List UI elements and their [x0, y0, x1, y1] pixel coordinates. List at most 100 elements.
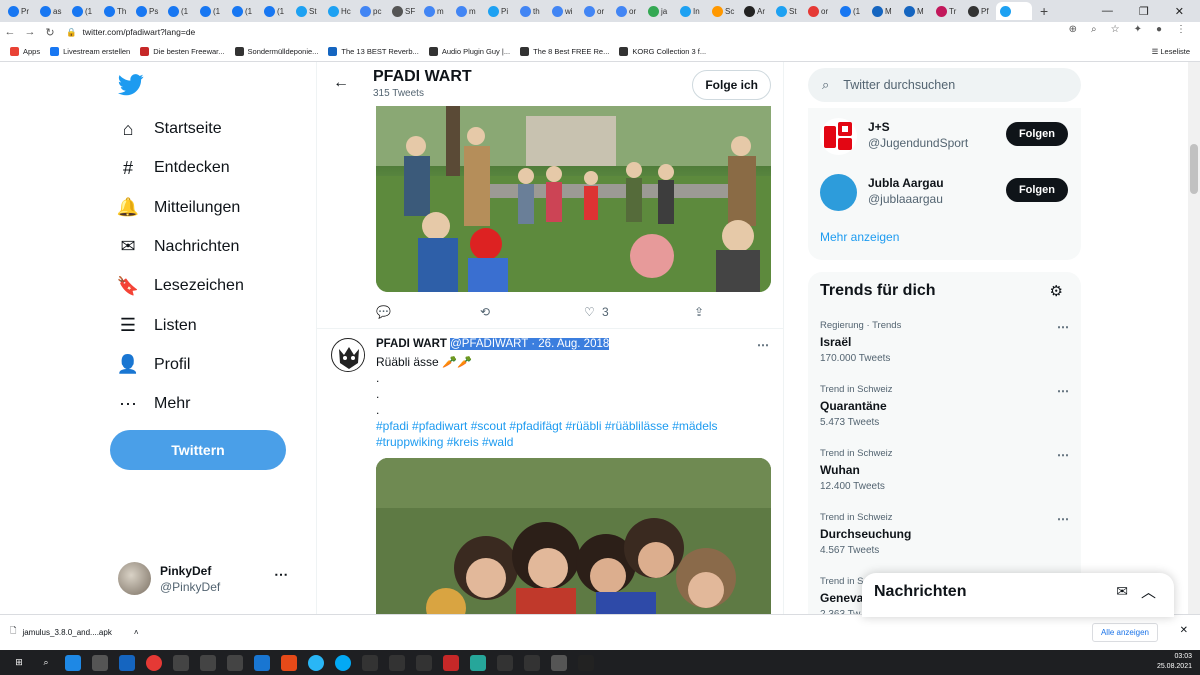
tweet-date[interactable]: 26. Aug. 2018 — [538, 338, 610, 350]
nav-item[interactable]: ✉ Nachrichten — [116, 236, 239, 258]
nav-item[interactable]: ⌂ Startseite — [116, 118, 222, 140]
trend-item[interactable]: Trend in Schweiz Durchseuchung 4.567 Tweet… — [820, 512, 1075, 568]
browser-tab[interactable]: ja — [644, 2, 676, 20]
tweet-hashtags[interactable]: #truppwiking #kreis #wald — [376, 434, 766, 450]
profile-avatar-icon[interactable]: ● — [1156, 24, 1162, 35]
browser-tab[interactable]: th — [516, 2, 548, 20]
messages-drawer[interactable]: Nachrichten ✉ ︿ — [862, 573, 1174, 617]
suggested-account[interactable]: Jubla Aargau @jublaaargau Folgen — [820, 174, 1080, 214]
browser-tab[interactable]: Hc — [324, 2, 356, 20]
browser-tab[interactable]: pc — [356, 2, 388, 20]
bookmark-item[interactable]: Audio Plugin Guy |... — [428, 47, 510, 56]
browser-tab[interactable]: m — [452, 2, 484, 20]
reading-list[interactable]: ☰ Leseliste — [1152, 47, 1190, 56]
bookmark-item[interactable]: Sondermülldeponie... — [234, 47, 318, 56]
system-clock[interactable]: 03:03 25.08.2021 — [1157, 652, 1192, 672]
star-icon[interactable]: ☆ — [1111, 24, 1120, 35]
more-icon[interactable]: ⋯ — [1057, 384, 1069, 398]
browser-tab[interactable]: M — [868, 2, 900, 20]
nav-item[interactable]: 👤 Profil — [116, 354, 191, 376]
bookmark-item[interactable]: Livestream erstellen — [50, 47, 130, 56]
browser-tab[interactable]: (1 — [836, 2, 868, 20]
gear-icon[interactable]: ⚙ — [1050, 282, 1063, 300]
skype-icon[interactable] — [335, 654, 351, 671]
trend-item[interactable]: Trend in Schweiz Wuhan 12.400 Tweets ⋯ — [820, 448, 1075, 504]
browser-tab[interactable]: Ar — [740, 2, 772, 20]
more-icon[interactable]: ⋯ — [274, 566, 288, 583]
forward-arrow-icon[interactable]: → — [20, 26, 40, 38]
app-icon[interactable] — [551, 654, 567, 671]
bookmark-item[interactable]: Apps — [10, 47, 40, 56]
follow-button[interactable]: Folgen — [1005, 122, 1068, 146]
app-icon[interactable] — [227, 654, 243, 671]
app-icon[interactable] — [416, 654, 432, 671]
app-icon[interactable] — [362, 654, 378, 671]
bookmark-item[interactable]: The 8 Best FREE Re... — [520, 47, 609, 56]
close-window-icon[interactable]: ✕ — [1175, 5, 1184, 18]
more-icon[interactable]: ⋯ — [757, 338, 769, 352]
browser-tab[interactable]: (1 — [196, 2, 228, 20]
tweet-photo[interactable] — [376, 106, 771, 292]
mail-icon[interactable] — [119, 654, 135, 671]
browser-tab[interactable]: SF — [388, 2, 420, 20]
app-icon[interactable] — [389, 654, 405, 671]
show-more-link[interactable]: Mehr anzeigen — [820, 230, 899, 244]
share-icon[interactable]: ⇪ — [694, 305, 704, 319]
app-icon[interactable] — [470, 654, 486, 671]
browser-tab[interactable]: (1 — [164, 2, 196, 20]
app-icon[interactable] — [497, 654, 513, 671]
nav-item[interactable]: 🔔 Mitteilungen — [116, 197, 241, 219]
like-icon[interactable]: ♡ — [584, 305, 602, 319]
nav-item[interactable]: ☰ Listen — [116, 315, 197, 337]
app-icon[interactable] — [443, 654, 459, 671]
back-arrow-icon[interactable]: ← — [0, 26, 20, 38]
search-icon[interactable]: ⌕ — [38, 655, 54, 671]
new-message-icon[interactable]: ✉ — [1116, 583, 1128, 600]
browser-tab[interactable]: St — [772, 2, 804, 20]
chevron-up-icon[interactable]: ︿ — [1141, 581, 1156, 602]
bookmark-item[interactable]: Die besten Freewar... — [140, 47, 225, 56]
close-icon[interactable]: ✕ — [1180, 625, 1188, 636]
store-icon[interactable] — [92, 654, 108, 671]
reload-icon[interactable]: ↻ — [40, 26, 60, 39]
browser-tab[interactable]: wi — [548, 2, 580, 20]
browser-tab[interactable]: Pi — [484, 2, 516, 20]
browser-tab[interactable]: Pf — [964, 2, 996, 20]
windows-start-icon[interactable]: ⊞ — [11, 655, 27, 671]
chrome-icon[interactable] — [146, 654, 162, 671]
more-icon[interactable]: ⋯ — [1057, 320, 1069, 334]
telegram-icon[interactable] — [308, 654, 324, 671]
install-icon[interactable]: ⊕ — [1069, 24, 1077, 35]
browser-tab[interactable]: Pr — [4, 2, 36, 20]
tweet-author-handle[interactable]: @PFADIWART — [450, 338, 529, 350]
browser-tab[interactable]: m — [420, 2, 452, 20]
tweet-hashtags[interactable]: #pfadi #pfadiwart #scout #pfadifägt #rüä… — [376, 418, 766, 434]
browser-tab[interactable]: St — [292, 2, 324, 20]
browser-tab[interactable]: In — [676, 2, 708, 20]
twitter-logo-icon[interactable] — [118, 74, 144, 96]
bookmark-item[interactable]: KORG Collection 3 f... — [619, 47, 706, 56]
nav-item[interactable]: ⋯ Mehr — [116, 393, 190, 415]
app-icon[interactable] — [173, 654, 189, 671]
more-icon[interactable]: ⋯ — [1057, 448, 1069, 462]
browser-tab[interactable]: (1 — [260, 2, 292, 20]
extensions-icon[interactable]: ✦ — [1134, 24, 1142, 35]
scrollbar-thumb[interactable] — [1190, 144, 1198, 194]
browser-tab[interactable]: (1 — [228, 2, 260, 20]
app-icon[interactable] — [281, 654, 297, 671]
tweet-author-name[interactable]: PFADI WART — [376, 338, 447, 350]
pfadi-wart-avatar[interactable] — [331, 338, 365, 372]
browser-tab[interactable]: Tr — [932, 2, 964, 20]
search-input[interactable]: ⌕ Twitter durchsuchen — [808, 68, 1081, 102]
app-icon[interactable] — [254, 654, 270, 671]
trend-item[interactable]: Trend in Schweiz Quarantäne 5.473 Tweets ⋯ — [820, 384, 1075, 440]
browser-tab[interactable]: or — [804, 2, 836, 20]
zoom-icon[interactable]: ⌕ — [1091, 24, 1097, 35]
new-tab-icon[interactable]: + — [1040, 3, 1048, 19]
download-item[interactable]: 🗋 jamulus_3.8.0_and....apk ˄ — [10, 625, 139, 639]
browser-tab[interactable]: as — [36, 2, 68, 20]
browser-tab[interactable]: M — [900, 2, 932, 20]
edge-icon[interactable] — [65, 654, 81, 671]
browser-tab[interactable] — [996, 2, 1032, 20]
chevron-up-icon[interactable]: ˄ — [134, 628, 139, 637]
